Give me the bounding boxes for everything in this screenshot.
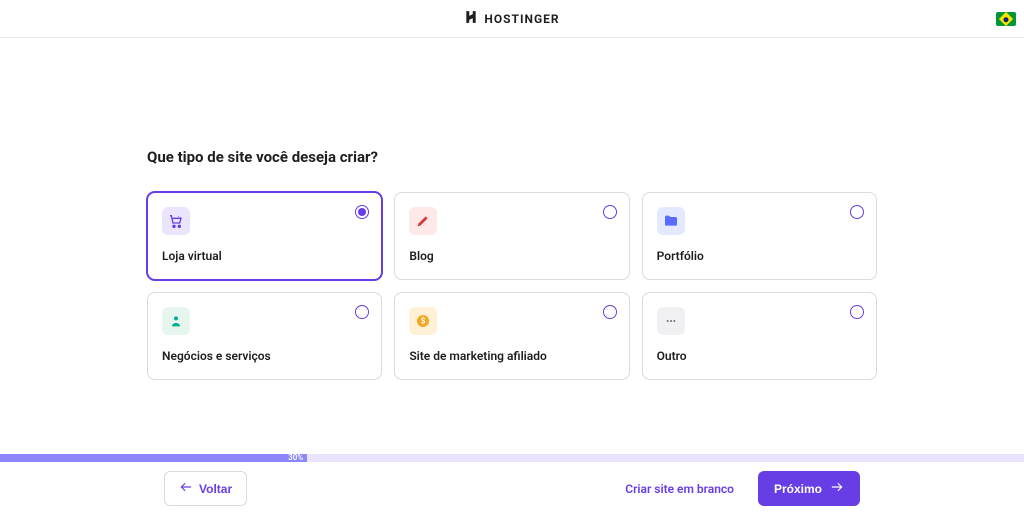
option-label: Site de marketing afiliado: [409, 349, 614, 363]
radio-selected-icon: [355, 205, 369, 219]
brand-logo: HOSTINGER: [464, 10, 559, 28]
option-card-blog[interactable]: Blog: [394, 192, 629, 280]
page-title: Que tipo de site você deseja criar?: [147, 148, 877, 166]
footer: Voltar Criar site em branco Próximo: [0, 462, 1024, 515]
brand-name: HOSTINGER: [484, 12, 559, 26]
svg-text:$: $: [421, 317, 426, 326]
next-button[interactable]: Próximo: [758, 471, 860, 506]
header: HOSTINGER: [0, 0, 1024, 38]
main: Que tipo de site você deseja criar? Loja…: [0, 38, 1024, 380]
person-icon: [162, 307, 190, 335]
pencil-icon: [409, 207, 437, 235]
option-label: Negócios e serviços: [162, 349, 367, 363]
hostinger-logo-icon: [464, 10, 478, 28]
create-blank-link[interactable]: Criar site em branco: [625, 482, 734, 496]
back-label: Voltar: [199, 482, 232, 496]
option-card-business[interactable]: Negócios e serviços: [147, 292, 382, 380]
folder-icon: [657, 207, 685, 235]
option-card-affiliate[interactable]: $ Site de marketing afiliado: [394, 292, 629, 380]
progress-bar: 30%: [0, 454, 1024, 462]
option-label: Portfólio: [657, 249, 862, 263]
option-label: Blog: [409, 249, 614, 263]
radio-unselected-icon: [355, 305, 369, 319]
dots-icon: [657, 307, 685, 335]
arrow-left-icon: [179, 480, 193, 497]
next-label: Próximo: [774, 482, 822, 496]
cart-icon: [162, 207, 190, 235]
option-card-store[interactable]: Loja virtual: [147, 192, 382, 280]
option-card-portfolio[interactable]: Portfólio: [642, 192, 877, 280]
option-label: Loja virtual: [162, 249, 367, 263]
progress-fill: 30%: [0, 454, 307, 462]
locale-flag-brazil-icon[interactable]: [996, 12, 1016, 26]
arrow-right-icon: [830, 480, 844, 497]
progress-percent: 30%: [288, 453, 303, 462]
back-button[interactable]: Voltar: [164, 471, 247, 506]
radio-unselected-icon: [850, 305, 864, 319]
footer-right: Criar site em branco Próximo: [625, 471, 860, 506]
dollar-icon: $: [409, 307, 437, 335]
option-card-other[interactable]: Outro: [642, 292, 877, 380]
option-label: Outro: [657, 349, 862, 363]
options-grid: Loja virtual Blog Portfólio: [147, 192, 877, 380]
radio-unselected-icon: [603, 205, 617, 219]
radio-unselected-icon: [850, 205, 864, 219]
radio-unselected-icon: [603, 305, 617, 319]
